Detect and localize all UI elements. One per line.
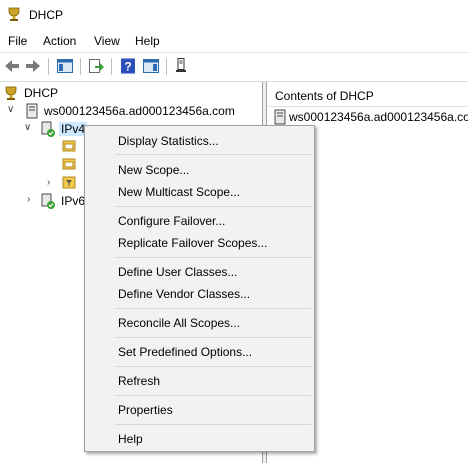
folder-icon[interactable]	[62, 138, 76, 152]
ipv4-icon	[41, 121, 55, 137]
window-title: DHCP	[29, 8, 64, 22]
menu-item-new-scope[interactable]: New Scope...	[118, 163, 189, 177]
menu-item-reconcile-all-scopes[interactable]: Reconcile All Scopes...	[118, 316, 240, 330]
menu-separator	[115, 395, 311, 396]
menu-item-refresh[interactable]: Refresh	[118, 374, 160, 388]
menu-item-replicate-failover-scopes[interactable]: Replicate Failover Scopes...	[118, 236, 267, 250]
menu-view[interactable]: View	[94, 34, 120, 48]
folder-icon[interactable]	[62, 156, 76, 170]
menu-bar: File Action View Help	[0, 31, 468, 51]
toolbar-separator	[48, 58, 49, 75]
menu-separator	[115, 154, 311, 155]
forward-icon[interactable]	[24, 57, 42, 75]
menu-item-configure-failover[interactable]: Configure Failover...	[118, 214, 225, 228]
filter-icon[interactable]	[62, 175, 76, 189]
tree-label: IPv6	[61, 194, 86, 208]
tree-item-ipv4[interactable]: ∨ IPv4	[20, 120, 88, 138]
menu-separator	[115, 366, 311, 367]
tree-label: ws000123456a.ad000123456a.com	[44, 104, 235, 118]
contents-header-label: Contents of DHCP	[275, 89, 374, 103]
tree-item-server[interactable]: ∨ ws000123456a.ad000123456a.com	[3, 102, 253, 120]
menu-item-set-predefined-options[interactable]: Set Predefined Options...	[118, 345, 252, 359]
toolbar-separator	[166, 58, 167, 75]
menu-separator	[115, 308, 311, 309]
toolbar-separator	[111, 58, 112, 75]
tree-item-ipv6[interactable]: › IPv6	[20, 192, 86, 210]
chevron-down-icon[interactable]: ∨	[24, 122, 31, 133]
back-icon[interactable]	[3, 57, 21, 75]
chevron-down-icon[interactable]: ∨	[7, 104, 14, 115]
server-icon	[26, 103, 38, 119]
server-icon	[274, 109, 286, 125]
export-list-icon[interactable]	[87, 57, 105, 75]
menu-separator	[115, 257, 311, 258]
menu-item-new-multicast-scope[interactable]: New Multicast Scope...	[118, 185, 240, 199]
tree-label: IPv4	[59, 122, 88, 136]
tree-item-dhcp[interactable]: DHCP	[3, 84, 253, 102]
server-icon[interactable]	[172, 57, 190, 75]
chevron-right-icon[interactable]: ›	[47, 177, 50, 188]
title-bar: DHCP	[0, 0, 468, 30]
menu-item-display-statistics[interactable]: Display Statistics...	[118, 134, 219, 148]
context-menu: Display Statistics... New Scope... New M…	[84, 125, 315, 452]
menu-item-define-user-classes[interactable]: Define User Classes...	[118, 265, 237, 279]
tree-label: DHCP	[24, 86, 59, 100]
contents-header[interactable]: Contents of DHCP	[269, 84, 467, 107]
toolbar-separator	[80, 58, 81, 75]
ipv6-icon	[41, 193, 55, 209]
menu-item-help[interactable]: Help	[118, 432, 143, 446]
menu-action[interactable]: Action	[43, 34, 76, 48]
show-hide-console-tree-icon[interactable]	[56, 57, 74, 75]
chevron-right-icon[interactable]: ›	[27, 194, 30, 205]
dhcp-app-icon	[8, 7, 20, 21]
menu-item-properties[interactable]: Properties	[118, 403, 173, 417]
dhcp-trophy-icon	[5, 86, 17, 100]
menu-separator	[115, 337, 311, 338]
menu-help[interactable]: Help	[135, 34, 160, 48]
toolbar: ?	[0, 52, 468, 82]
list-item-label: ws000123456a.ad000123456a.com	[289, 110, 468, 124]
help-icon[interactable]: ?	[119, 57, 137, 75]
menu-separator	[115, 424, 311, 425]
svg-text:?: ?	[124, 60, 131, 74]
show-action-pane-icon[interactable]	[142, 57, 160, 75]
menu-item-define-vendor-classes[interactable]: Define Vendor Classes...	[118, 287, 250, 301]
menu-file[interactable]: File	[8, 34, 27, 48]
menu-separator	[115, 206, 311, 207]
